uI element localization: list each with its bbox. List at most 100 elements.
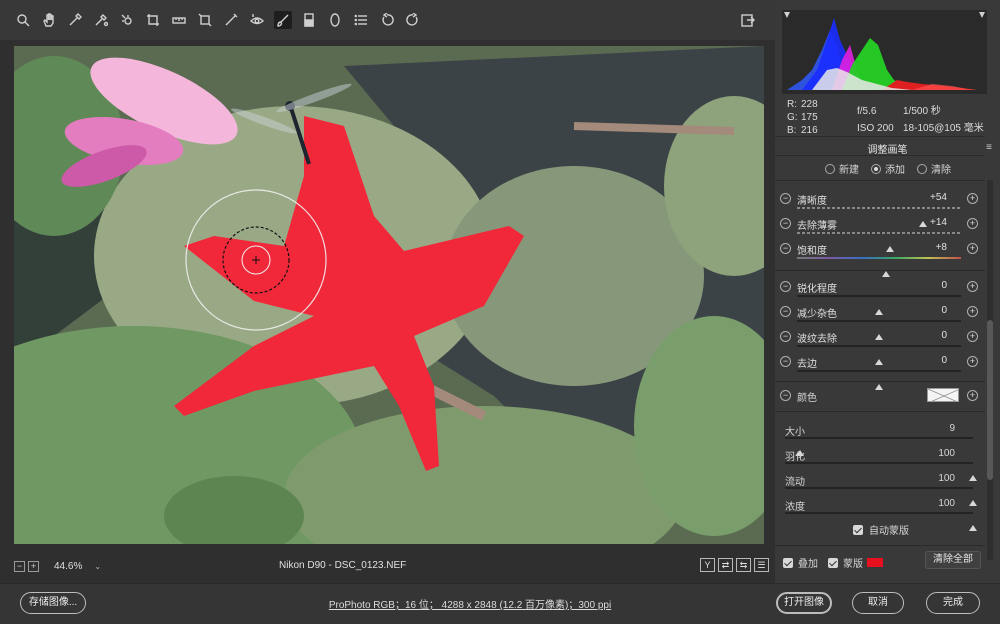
radio-icon[interactable]: [917, 163, 927, 174]
scrollbar-thumb[interactable]: [987, 320, 993, 480]
slider-thumb[interactable]: [969, 525, 977, 531]
slider-track[interactable]: [797, 257, 961, 277]
before-after-toggle-button[interactable]: Y: [700, 558, 715, 572]
open-image-button[interactable]: 打开图像: [776, 592, 832, 614]
mode-erase[interactable]: 清除: [917, 161, 951, 176]
slider-track[interactable]: [797, 370, 961, 390]
slider-sharpness[interactable]: − 锐化程度 0 +: [775, 278, 985, 315]
decrease-icon[interactable]: −: [780, 243, 791, 254]
crop-tool-icon[interactable]: [144, 11, 162, 29]
transform-tool-icon[interactable]: [196, 11, 214, 29]
increase-icon[interactable]: +: [967, 306, 978, 317]
slider-track[interactable]: [785, 487, 977, 506]
slider-track[interactable]: [785, 437, 973, 456]
slider-value[interactable]: 0: [925, 305, 947, 316]
decrease-icon[interactable]: −: [780, 281, 791, 292]
increase-icon[interactable]: +: [967, 193, 978, 204]
brush-value[interactable]: 100: [933, 448, 955, 459]
targeted-adjustment-tool-icon[interactable]: [118, 11, 136, 29]
color-sampler-tool-icon[interactable]: [92, 11, 110, 29]
clear-all-button[interactable]: 清除全部: [925, 551, 981, 569]
decrease-icon[interactable]: −: [780, 331, 791, 342]
brush-feather[interactable]: 羽化 100: [775, 446, 985, 481]
brush-value[interactable]: 100: [933, 498, 955, 509]
cancel-button[interactable]: 取消: [852, 592, 904, 614]
export-icon[interactable]: [739, 11, 757, 29]
decrease-icon[interactable]: −: [780, 218, 791, 229]
image-canvas[interactable]: [14, 46, 764, 544]
slider-saturation[interactable]: − 饱和度 +8 +: [775, 240, 985, 277]
slider-dehaze[interactable]: − 去除薄雾 +14 +: [775, 215, 985, 252]
graduated-filter-tool-icon[interactable]: [300, 11, 318, 29]
mask-checkbox[interactable]: 蒙版: [828, 555, 883, 570]
brush-flow[interactable]: 流动 100: [775, 471, 985, 506]
white-balance-tool-icon[interactable]: [66, 11, 84, 29]
zoom-in-button[interactable]: +: [28, 560, 39, 572]
increase-icon[interactable]: +: [967, 331, 978, 342]
slider-track[interactable]: [797, 232, 961, 252]
zoom-tool-icon[interactable]: [14, 11, 32, 29]
checkbox-checked-icon[interactable]: [828, 557, 838, 568]
slider-track[interactable]: [797, 320, 961, 340]
brush-density[interactable]: 浓度 100: [775, 496, 985, 531]
auto-mask-checkbox[interactable]: 自动蒙版: [853, 522, 909, 537]
decrease-icon[interactable]: −: [780, 390, 791, 401]
increase-icon[interactable]: +: [967, 356, 978, 367]
slider-track[interactable]: [797, 295, 961, 315]
brush-value[interactable]: 100: [933, 473, 955, 484]
zoom-out-button[interactable]: −: [14, 560, 25, 572]
workflow-options-link[interactable]: ProPhoto RGB；16 位； 4288 x 2848 (12.2 百万像…: [0, 596, 1000, 611]
straighten-tool-icon[interactable]: [170, 11, 188, 29]
increase-icon[interactable]: +: [967, 281, 978, 292]
swap-settings-button[interactable]: ⇄: [718, 558, 733, 572]
spot-removal-tool-icon[interactable]: [222, 11, 240, 29]
color-swatch[interactable]: [927, 388, 959, 402]
adjustment-brush-tool-icon[interactable]: [274, 11, 292, 29]
decrease-icon[interactable]: −: [780, 356, 791, 367]
rotate-right-icon[interactable]: [404, 11, 422, 29]
radio-icon[interactable]: [825, 163, 835, 174]
decrease-icon[interactable]: −: [780, 193, 791, 204]
panel-scrollbar[interactable]: [987, 180, 993, 560]
divider: [775, 381, 985, 382]
slider-moire[interactable]: − 波纹去除 0 +: [775, 328, 985, 365]
overlay-checkbox[interactable]: 叠加: [783, 555, 818, 570]
mode-add[interactable]: 添加: [871, 161, 905, 176]
slider-value[interactable]: 0: [925, 355, 947, 366]
increase-icon[interactable]: +: [967, 218, 978, 229]
increase-icon[interactable]: +: [967, 243, 978, 254]
slider-value[interactable]: +54: [925, 192, 947, 203]
slider-value[interactable]: 0: [925, 330, 947, 341]
slider-thumb[interactable]: [881, 271, 890, 277]
slider-value[interactable]: +8: [925, 242, 947, 253]
slider-clarity[interactable]: − 清晰度 +54 +: [775, 190, 985, 227]
increase-icon[interactable]: +: [967, 390, 978, 401]
checkbox-checked-icon[interactable]: [783, 557, 793, 568]
preferences-icon[interactable]: [352, 11, 370, 29]
slider-defringe[interactable]: − 去边 0 +: [775, 353, 985, 390]
copy-settings-button[interactable]: ⇆: [736, 558, 751, 572]
slider-value[interactable]: +14: [925, 217, 947, 228]
slider-track[interactable]: [797, 345, 961, 365]
brush-value[interactable]: 9: [933, 423, 955, 434]
red-eye-tool-icon[interactable]: [248, 11, 266, 29]
hand-tool-icon[interactable]: [40, 11, 58, 29]
decrease-icon[interactable]: −: [780, 306, 791, 317]
toggle-settings-button[interactable]: ☰: [754, 558, 769, 572]
mode-new[interactable]: 新建: [825, 161, 859, 176]
radio-selected-icon[interactable]: [871, 163, 881, 174]
rotate-left-icon[interactable]: [378, 11, 396, 29]
zoom-dropdown-icon[interactable]: ⌄: [94, 562, 101, 571]
done-button[interactable]: 完成: [926, 592, 980, 614]
slider-value[interactable]: 0: [925, 280, 947, 291]
slider-track[interactable]: [785, 462, 977, 481]
panel-menu-icon[interactable]: ≡: [986, 142, 992, 153]
slider-track[interactable]: [785, 512, 977, 531]
slider-track[interactable]: [797, 207, 961, 227]
brush-size[interactable]: 大小 9: [775, 421, 985, 456]
radial-filter-tool-icon[interactable]: [326, 11, 344, 29]
checkbox-checked-icon[interactable]: [853, 524, 863, 535]
mask-color-swatch[interactable]: [867, 558, 883, 567]
zoom-level[interactable]: 44.6%: [54, 561, 82, 572]
slider-noise[interactable]: − 减少杂色 0 +: [775, 303, 985, 340]
